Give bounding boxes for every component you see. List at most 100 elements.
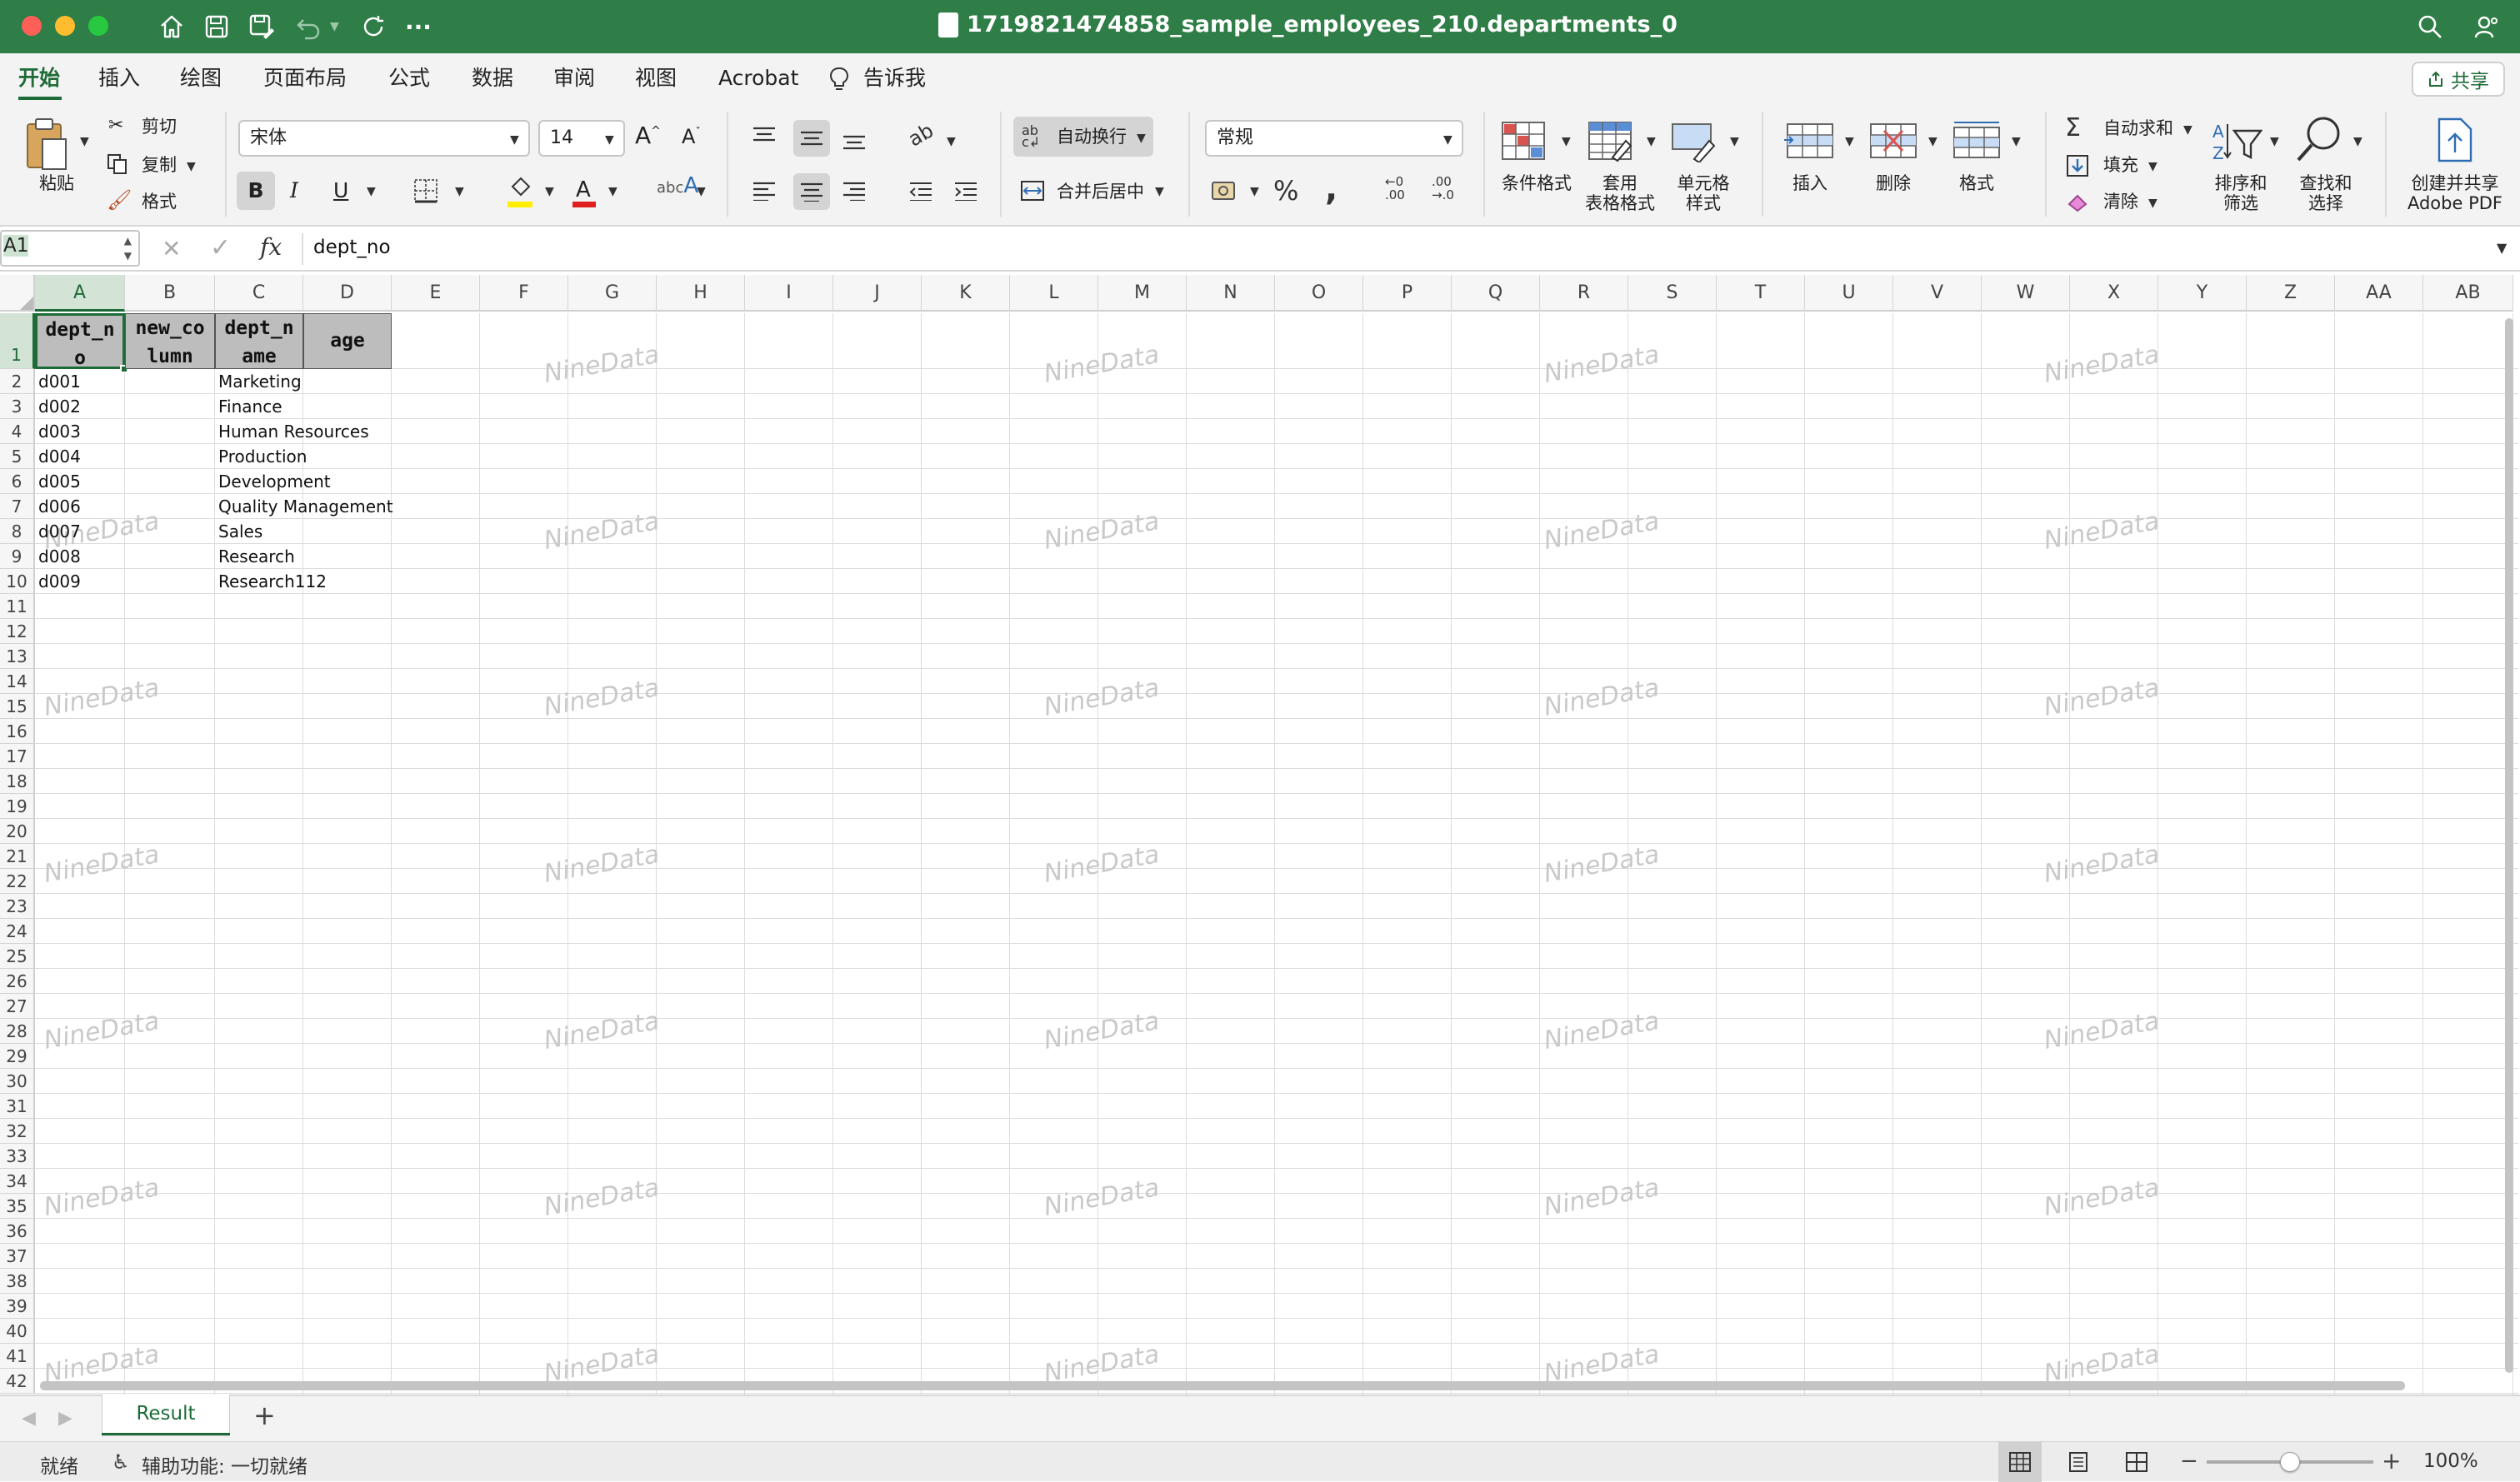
cell-dept-name[interactable]: Marketing — [215, 369, 302, 394]
fill-label[interactable]: 填充 — [2103, 155, 2138, 175]
clear-label[interactable]: 清除 — [2103, 192, 2138, 212]
column-header[interactable]: AB — [2423, 275, 2513, 312]
accounting-format-icon[interactable] — [1210, 177, 1238, 205]
wrap-text-dropdown-icon[interactable]: ▼ — [1137, 132, 1146, 145]
tab-acrobat[interactable]: Acrobat — [718, 63, 798, 93]
conditional-format-icon[interactable] — [1500, 118, 1550, 165]
decrease-decimal-icon[interactable]: .00 →.0 — [1432, 175, 1454, 202]
column-header[interactable]: F — [480, 275, 568, 312]
column-header[interactable]: V — [1893, 275, 1982, 312]
format-cells-dropdown-icon[interactable]: ▼ — [2012, 135, 2021, 148]
row-header[interactable]: 36 — [0, 1219, 35, 1244]
name-box-stepper-icon[interactable]: ▲ ▼ — [124, 233, 132, 263]
delete-cells-dropdown-icon[interactable]: ▼ — [1928, 135, 1938, 148]
row-header[interactable]: 19 — [0, 794, 35, 819]
cell-dept-no[interactable]: d008 — [35, 544, 81, 569]
accessibility-status[interactable]: 辅助功能: 一切就绪 — [142, 1450, 308, 1479]
create-pdf-label-2[interactable]: Adobe PDF — [2398, 193, 2512, 213]
row-header[interactable]: 3 — [0, 394, 35, 419]
row-header[interactable]: 28 — [0, 1019, 35, 1044]
row-header[interactable]: 14 — [0, 669, 35, 694]
column-header[interactable]: U — [1805, 275, 1893, 312]
sort-filter-icon[interactable]: AZ — [2210, 118, 2263, 165]
tab-formulas[interactable]: 公式 — [388, 63, 430, 93]
close-window-button[interactable] — [22, 16, 42, 36]
cell-dept-name[interactable]: Finance — [215, 394, 282, 419]
cell-dept-no[interactable]: d007 — [35, 519, 81, 544]
delete-cells-icon[interactable] — [1867, 118, 1920, 165]
sort-filter-dropdown-icon[interactable]: ▼ — [2270, 135, 2279, 148]
find-select-dropdown-icon[interactable]: ▼ — [2353, 135, 2362, 148]
increase-font-icon[interactable]: A^ — [635, 122, 661, 149]
column-header[interactable]: O — [1275, 275, 1363, 312]
column-header[interactable]: S — [1628, 275, 1717, 312]
row-header[interactable]: 20 — [0, 819, 35, 844]
add-sheet-button[interactable]: + — [253, 1400, 276, 1431]
row-header[interactable]: 24 — [0, 919, 35, 944]
clear-dropdown-icon[interactable]: ▼ — [2148, 197, 2158, 210]
row-header[interactable]: 32 — [0, 1119, 35, 1144]
zoom-level[interactable]: 100% — [2423, 1450, 2478, 1472]
tab-view[interactable]: 视图 — [635, 63, 677, 93]
insert-cells-label[interactable]: 插入 — [1777, 173, 1843, 193]
tab-tell-me[interactable]: 告诉我 — [863, 63, 926, 93]
underline-button[interactable]: U — [333, 178, 348, 202]
cell-dept-no[interactable]: d003 — [35, 419, 81, 444]
borders-dropdown-icon[interactable]: ▼ — [455, 185, 464, 198]
eraser-icon[interactable] — [2065, 190, 2090, 215]
cut-icon[interactable]: ✂ — [108, 115, 123, 136]
row-header[interactable]: 13 — [0, 644, 35, 669]
row-header[interactable]: 42 — [0, 1369, 35, 1394]
format-as-table-label-1[interactable]: 套用 — [1578, 173, 1662, 193]
column-header[interactable]: H — [657, 275, 745, 312]
share-button[interactable]: 共享 — [2412, 62, 2505, 97]
page-break-view-icon[interactable] — [2123, 1449, 2150, 1475]
create-pdf-label-1[interactable]: 创建并共享 — [2398, 173, 2512, 193]
conditional-format-dropdown-icon[interactable]: ▼ — [1562, 135, 1571, 148]
column-header[interactable]: AA — [2335, 275, 2423, 312]
align-left-icon[interactable] — [748, 175, 780, 207]
column-header[interactable]: N — [1187, 275, 1275, 312]
font-name-chevron-icon[interactable]: ▼ — [510, 133, 519, 147]
tab-home[interactable]: 开始 — [18, 63, 60, 93]
row-header[interactable]: 7 — [0, 494, 35, 519]
row-header[interactable]: 10 — [0, 569, 35, 594]
column-header[interactable]: D — [303, 275, 392, 312]
row-header[interactable]: 8 — [0, 519, 35, 544]
cell-dept-no[interactable]: d005 — [35, 469, 81, 494]
column-header[interactable]: I — [745, 275, 833, 312]
row-header[interactable]: 27 — [0, 994, 35, 1019]
vertical-scrollbar[interactable] — [2505, 318, 2513, 1373]
row-header[interactable]: 22 — [0, 869, 35, 894]
row-header[interactable]: 26 — [0, 969, 35, 994]
row-header[interactable]: 39 — [0, 1294, 35, 1319]
row-header[interactable]: 17 — [0, 744, 35, 769]
column-header[interactable]: X — [2070, 275, 2158, 312]
increase-indent-icon[interactable] — [950, 175, 982, 207]
minimize-window-button[interactable] — [55, 16, 75, 36]
cell-dept-no[interactable]: d001 — [35, 369, 81, 394]
row-header[interactable]: 12 — [0, 619, 35, 644]
horizontal-scrollbar[interactable] — [40, 1381, 2405, 1390]
column-header[interactable]: G — [568, 275, 657, 312]
row-header[interactable]: 1 — [0, 313, 35, 369]
find-select-label-1[interactable]: 查找和 — [2288, 173, 2363, 193]
align-bottom-icon[interactable] — [838, 122, 870, 157]
insert-cells-icon[interactable] — [1783, 118, 1837, 165]
align-center-icon[interactable] — [793, 173, 830, 210]
row-header[interactable]: 11 — [0, 594, 35, 619]
column-header[interactable]: M — [1098, 275, 1187, 312]
orientation-dropdown-icon[interactable]: ▼ — [947, 135, 956, 148]
tab-review[interactable]: 审阅 — [553, 63, 595, 93]
autosum-icon[interactable]: Σ — [2065, 113, 2081, 142]
row-header[interactable]: 40 — [0, 1319, 35, 1344]
number-format-chevron-icon[interactable]: ▼ — [1443, 133, 1452, 147]
fill-color-dropdown-icon[interactable]: ▼ — [545, 185, 554, 198]
row-header[interactable]: 35 — [0, 1194, 35, 1219]
cell-dept-no[interactable]: d009 — [35, 569, 81, 594]
sort-filter-label-2[interactable]: 筛选 — [2203, 193, 2278, 213]
format-cells-label[interactable]: 格式 — [1943, 173, 2010, 193]
cut-label[interactable]: 剪切 — [142, 117, 177, 137]
insert-cells-dropdown-icon[interactable]: ▼ — [1845, 135, 1854, 148]
prev-sheet-icon[interactable]: ◀ — [22, 1408, 36, 1429]
